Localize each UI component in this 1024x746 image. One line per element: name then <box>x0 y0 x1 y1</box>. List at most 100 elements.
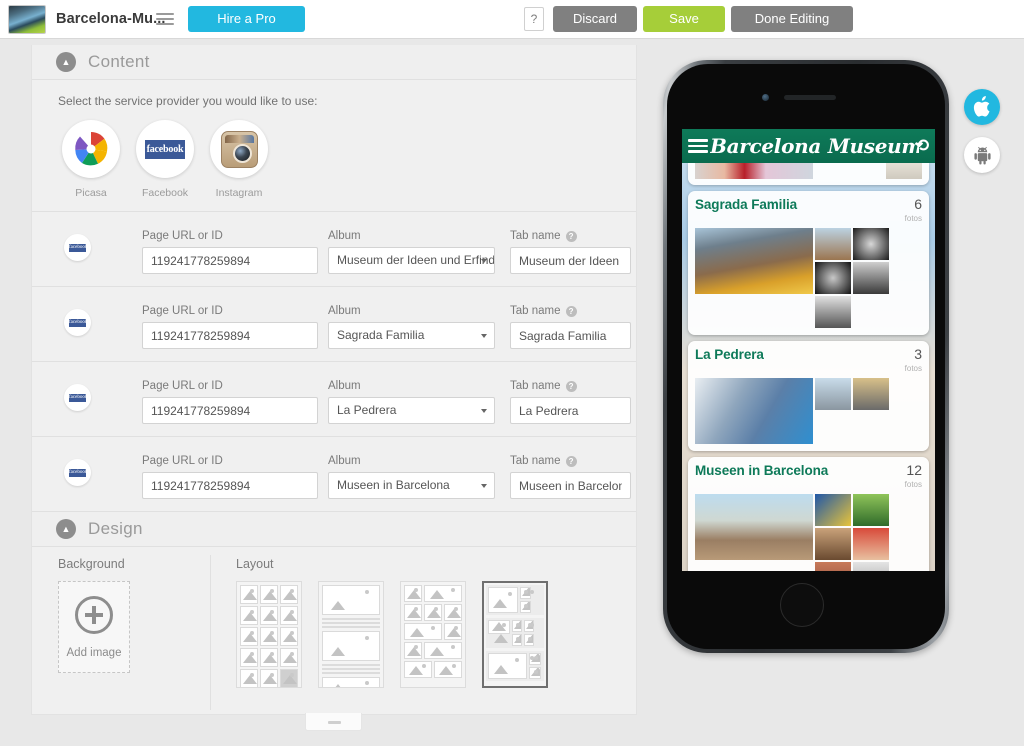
tab-name-input[interactable] <box>510 397 631 424</box>
facebook-icon: facebook <box>64 234 91 261</box>
hire-a-pro-button[interactable]: Hire a Pro <box>188 6 305 32</box>
page-url-input[interactable] <box>142 472 318 499</box>
refresh-icon[interactable]: ⟲ <box>915 136 929 156</box>
layout-label: Layout <box>236 557 274 571</box>
page-url-input[interactable] <box>142 322 318 349</box>
page-url-field-group: Page URL or ID <box>142 305 318 349</box>
discard-button[interactable]: Discard <box>553 6 637 32</box>
tab-name-label: Tab name? <box>510 455 631 467</box>
page-url-input[interactable] <box>142 247 318 274</box>
album-label: Album <box>328 305 361 317</box>
album-photo-grid <box>695 228 922 328</box>
album-card[interactable]: La Pedrera 3 fotos <box>688 341 929 451</box>
facebook-icon: facebook <box>64 384 91 411</box>
provider-label: Picasa <box>75 187 107 199</box>
album-count: 6 fotos <box>904 196 922 223</box>
device-screen: Barcelona Museum ⟲ Sagrada Familia 6 fot… <box>682 129 935 571</box>
apple-icon[interactable] <box>964 89 1000 125</box>
background-label: Background <box>58 557 125 571</box>
album-select-group: Album Sagrada Familia <box>328 305 495 349</box>
page-url-label: Page URL or ID <box>142 305 223 317</box>
top-toolbar: Barcelona-Mu... Hire a Pro ? Discard Sav… <box>0 0 1024 39</box>
layout-option-mixed-rows[interactable] <box>400 581 466 688</box>
layout-option-single-column-large[interactable] <box>318 581 384 688</box>
question-mark-icon[interactable]: ? <box>565 305 577 317</box>
photo-thumbnail <box>695 228 813 294</box>
layout-option-masonry-blocks[interactable] <box>482 581 548 688</box>
album-row: facebook Page URL or ID Album La Pedrera… <box>32 362 636 437</box>
album-title: La Pedrera <box>695 347 764 362</box>
album-card[interactable]: Museen in Barcelona 12 fotos <box>688 457 929 571</box>
camera-icon <box>762 94 769 101</box>
album-photo-grid <box>695 378 922 444</box>
album-card[interactable]: Sagrada Familia 6 fotos <box>688 191 929 335</box>
design-section-header[interactable]: ▲ Design <box>32 512 636 547</box>
album-label: Album <box>328 455 361 467</box>
save-button[interactable]: Save <box>643 6 725 32</box>
page-url-field-group: Page URL or ID <box>142 230 318 274</box>
photo-thumbnail <box>853 262 889 294</box>
album-label: Album <box>328 230 361 242</box>
album-select[interactable]: Museen in Barcelona <box>328 472 495 499</box>
page-url-field-group: Page URL or ID <box>142 455 318 499</box>
photo-thumbnail <box>695 494 813 560</box>
app-album-list[interactable]: Sagrada Familia 6 fotos La Pedrera 3 fot… <box>682 163 935 571</box>
question-mark-icon[interactable]: ? <box>565 230 577 242</box>
tab-name-input[interactable] <box>510 472 631 499</box>
facebook-icon: facebook <box>64 309 91 336</box>
chevron-up-icon[interactable]: ▲ <box>56 519 76 539</box>
provider-picasa[interactable]: Picasa <box>58 120 124 199</box>
album-title: Sagrada Familia <box>695 197 798 212</box>
album-row: facebook Page URL or ID Album Museum der… <box>32 212 636 287</box>
tab-name-label: Tab name? <box>510 230 631 242</box>
album-count: 3 fotos <box>904 346 922 373</box>
tab-name-field-group: Tab name? <box>510 455 631 499</box>
chevron-down-icon <box>481 334 487 338</box>
album-select[interactable]: La Pedrera <box>328 397 495 424</box>
chevron-down-icon <box>481 409 487 413</box>
divider <box>210 555 211 710</box>
photo-thumbnail <box>853 562 889 571</box>
photo-thumbnail <box>853 228 889 260</box>
facebook-icon: facebook <box>136 120 194 178</box>
plus-circle-icon <box>75 595 113 634</box>
album-card-partial[interactable] <box>688 163 929 185</box>
help-button[interactable]: ? <box>524 7 544 31</box>
home-button[interactable] <box>780 583 824 627</box>
question-mark-icon[interactable]: ? <box>565 455 577 467</box>
device-preview: Barcelona Museum ⟲ Sagrada Familia 6 fot… <box>663 60 949 653</box>
app-title: Barcelona Museum <box>710 134 919 158</box>
provider-selector: Select the service provider you would li… <box>32 80 636 212</box>
album-select[interactable]: Museum der Ideen und Erfind <box>328 247 495 274</box>
layout-option-grid-3-column[interactable] <box>236 581 302 688</box>
tab-name-input[interactable] <box>510 322 631 349</box>
content-section-header[interactable]: ▲ Content <box>32 45 636 80</box>
hamburger-icon[interactable] <box>688 136 708 156</box>
album-row: facebook Page URL or ID Album Sagrada Fa… <box>32 287 636 362</box>
layout-column: Layout <box>236 557 626 688</box>
album-label: Album <box>328 380 361 392</box>
photo-thumbnail <box>815 378 851 410</box>
done-editing-button[interactable]: Done Editing <box>731 6 853 32</box>
android-icon[interactable] <box>964 137 1000 173</box>
speaker-grill <box>784 95 836 100</box>
hamburger-icon[interactable] <box>156 10 174 28</box>
chevron-up-icon[interactable]: ▲ <box>56 52 76 72</box>
photo-thumbnail <box>815 528 851 560</box>
photo-thumbnail <box>815 262 851 294</box>
photo-thumbnail <box>695 378 813 444</box>
provider-instagram[interactable]: Instagram <box>206 120 272 199</box>
panel-collapse-handle[interactable] <box>305 713 362 731</box>
photo-thumbnail <box>853 528 889 560</box>
page-url-input[interactable] <box>142 397 318 424</box>
album-select[interactable]: Sagrada Familia <box>328 322 495 349</box>
question-mark-icon[interactable]: ? <box>565 380 577 392</box>
photo-thumbnail <box>815 228 851 260</box>
design-section-title: Design <box>88 519 143 538</box>
tab-name-field-group: Tab name? <box>510 230 631 274</box>
tab-name-input[interactable] <box>510 247 631 274</box>
page-url-field-group: Page URL or ID <box>142 380 318 424</box>
add-background-image-dropzone[interactable]: Add image <box>58 581 130 673</box>
provider-label: Facebook <box>141 187 189 199</box>
provider-facebook[interactable]: facebook Facebook <box>132 120 198 199</box>
